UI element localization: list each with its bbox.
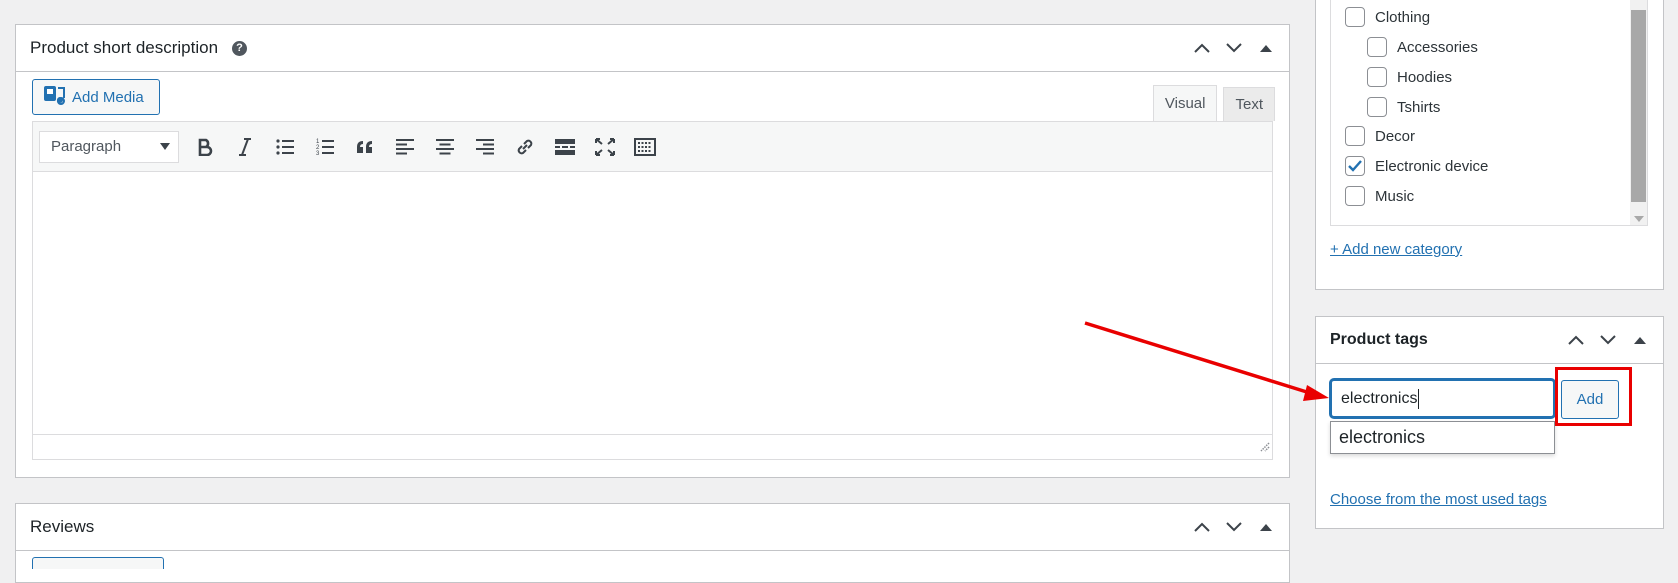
collapse-toggle-icon[interactable] [1255,37,1277,59]
scroll-down-arrow-icon[interactable] [1634,216,1644,222]
reviews-button-partial[interactable] [32,557,164,569]
dropdown-arrow-icon [160,143,170,150]
new-tag-input[interactable]: electronics [1330,379,1555,418]
category-checkbox[interactable] [1367,37,1387,57]
category-item[interactable]: Clothing [1345,7,1430,27]
category-label: Tshirts [1397,98,1441,116]
category-checkbox-checked[interactable] [1345,156,1365,176]
bullet-list-icon[interactable] [265,130,305,164]
add-media-button[interactable]: Add Media [32,79,160,115]
collapse-toggle-icon[interactable] [1629,329,1651,351]
category-checkbox[interactable] [1367,97,1387,117]
short-description-box: Product short description ? Add Media Vi… [15,24,1290,478]
tags-handle-actions [1565,317,1651,363]
scrollbar-thumb[interactable] [1631,10,1646,202]
category-checkbox[interactable] [1367,67,1387,87]
most-used-tags-link[interactable]: Choose from the most used tags [1330,491,1547,508]
tab-text[interactable]: Text [1223,87,1275,121]
category-checklist: Clothing Accessories Hoodies Tshirts Dec… [1330,0,1648,226]
tab-visual[interactable]: Visual [1152,85,1218,121]
box-handle-actions [1191,25,1277,71]
align-right-icon[interactable] [465,130,505,164]
category-label: Accessories [1397,38,1478,56]
italic-icon[interactable] [225,130,265,164]
category-item[interactable]: Tshirts [1367,97,1440,117]
move-down-icon[interactable] [1597,329,1619,351]
question-icon[interactable]: ? [232,40,248,56]
category-label: Music [1375,187,1415,205]
align-center-icon[interactable] [425,130,465,164]
category-item[interactable]: Hoodies [1367,67,1452,87]
align-left-icon[interactable] [385,130,425,164]
product-tags-title: Product tags [1330,331,1428,348]
editor-frame: Paragraph 123 [32,121,1273,460]
category-scrollbar[interactable] [1630,0,1647,225]
move-down-icon[interactable] [1223,37,1245,59]
reviews-box: Reviews [15,503,1290,583]
add-new-category-link[interactable]: + Add new category [1330,241,1462,258]
collapse-toggle-icon[interactable] [1255,516,1277,538]
annotation-highlight-box [1555,367,1632,426]
tag-input-value: electronics [1341,389,1418,407]
move-up-icon[interactable] [1191,37,1213,59]
format-select[interactable]: Paragraph [39,130,179,163]
reviews-title: Reviews [30,517,95,536]
move-up-icon[interactable] [1191,516,1213,538]
short-description-title: Product short description [30,38,219,57]
short-description-header: Product short description ? [16,25,1289,72]
reviews-handle-actions [1191,504,1277,550]
category-item[interactable]: Music [1345,186,1414,206]
product-tags-header: Product tags [1316,317,1663,364]
read-more-icon[interactable] [545,130,585,164]
link-icon[interactable] [505,130,545,164]
numbered-list-icon[interactable]: 123 [305,130,345,164]
svg-text:3: 3 [316,151,320,156]
tag-suggestion-item[interactable]: electronics [1330,421,1555,454]
bold-icon[interactable] [185,130,225,164]
move-down-icon[interactable] [1223,516,1245,538]
category-label: Decor [1375,127,1416,145]
format-select-value: Paragraph [51,138,122,155]
category-item[interactable]: Accessories [1367,37,1478,57]
editor-tabs: Visual Text [1152,85,1275,121]
category-label: Hoodies [1397,68,1453,86]
blockquote-icon[interactable] [345,130,385,164]
editor-content-area[interactable] [33,172,1272,434]
category-checkbox[interactable] [1345,7,1365,27]
product-categories-box: Clothing Accessories Hoodies Tshirts Dec… [1315,0,1664,290]
category-item[interactable]: Decor [1345,126,1415,146]
fullscreen-icon[interactable] [585,130,625,164]
resize-handle-icon[interactable] [1258,439,1270,457]
add-media-label: Add Media [72,88,144,106]
text-caret [1418,388,1420,409]
category-label: Electronic device [1375,157,1489,175]
reviews-header: Reviews [16,504,1289,551]
category-checkbox[interactable] [1345,186,1365,206]
editor-toolbar: Paragraph 123 [33,122,1272,172]
toolbar-toggle-icon[interactable] [625,130,665,164]
media-icon [43,85,65,109]
category-item[interactable]: Electronic device [1345,156,1488,176]
checkmark-icon [1348,160,1362,172]
category-checkbox[interactable] [1345,126,1365,146]
category-label: Clothing [1375,8,1431,26]
editor-status-bar [33,434,1272,459]
move-up-icon[interactable] [1565,329,1587,351]
